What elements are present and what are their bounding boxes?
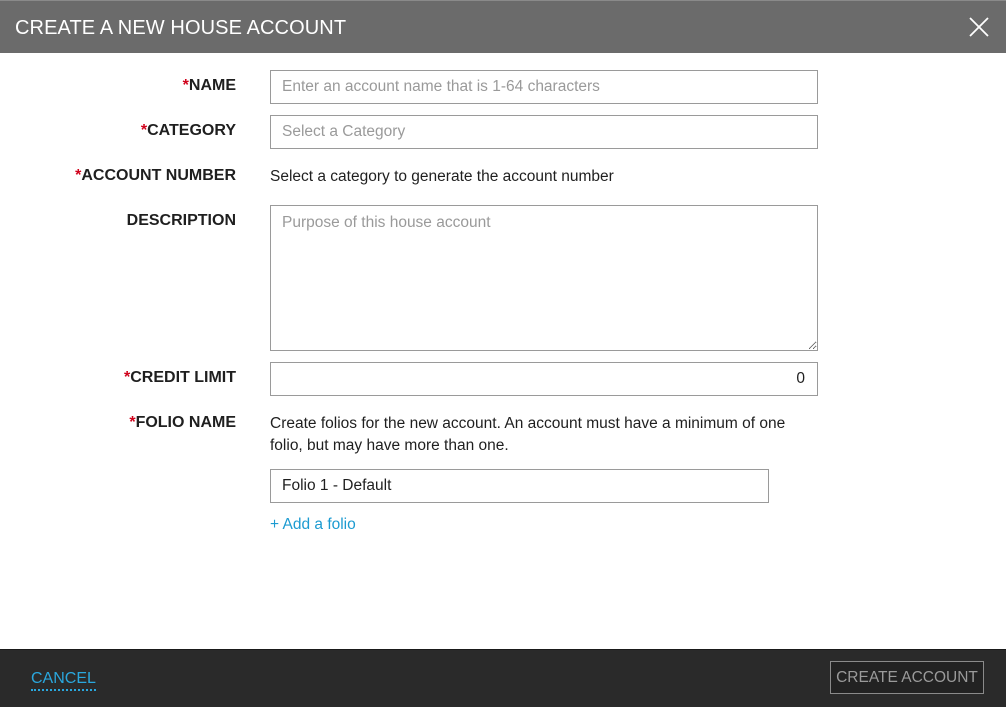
account-number-label: *ACCOUNT NUMBER <box>75 167 236 184</box>
name-input[interactable] <box>270 70 818 104</box>
account-number-text: Select a category to generate the accoun… <box>270 168 614 185</box>
add-folio-link[interactable]: + Add a folio <box>270 516 356 534</box>
description-textarea[interactable] <box>270 205 818 351</box>
cancel-button[interactable]: CANCEL <box>31 670 96 691</box>
category-select[interactable]: Select a Category <box>270 115 818 149</box>
description-label: DESCRIPTION <box>126 212 236 229</box>
dialog-titlebar: CREATE A NEW HOUSE ACCOUNT <box>0 0 1006 53</box>
dialog-footer: CANCEL CREATE ACCOUNT <box>0 649 1006 707</box>
folio-name-input[interactable] <box>270 469 769 503</box>
folio-description: Create folios for the new account. An ac… <box>270 415 786 454</box>
credit-limit-label: *CREDIT LIMIT <box>124 369 236 386</box>
name-label: *NAME <box>182 77 236 94</box>
category-label: *CATEGORY <box>140 122 236 139</box>
folio-name-label: *FOLIO NAME <box>129 414 236 431</box>
create-account-button[interactable]: CREATE ACCOUNT <box>830 661 984 694</box>
close-icon[interactable] <box>968 16 990 38</box>
dialog-title: CREATE A NEW HOUSE ACCOUNT <box>15 17 347 39</box>
credit-limit-input[interactable] <box>270 362 818 396</box>
